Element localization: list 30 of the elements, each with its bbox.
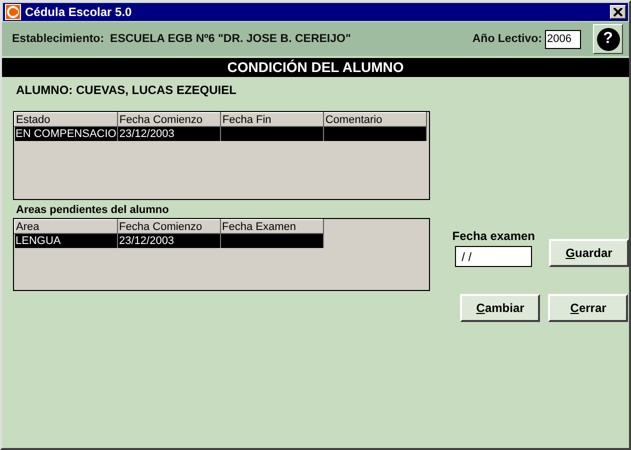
- table-cell: EN COMPENSACIO: [14, 126, 118, 141]
- table-cell: 23/12/2003: [118, 234, 220, 248]
- school-name: ESCUELA EGB Nº6 "DR. JOSE B. CEREIJO": [110, 33, 352, 45]
- student-name: ALUMNO: CUEVAS, LUCAS EZEQUIEL: [16, 82, 238, 99]
- school-label: Establecimiento:: [12, 33, 104, 45]
- column-header[interactable]: Fecha Comienzo: [118, 220, 220, 234]
- year-field[interactable]: 2006: [545, 30, 581, 48]
- field-label: Fecha examen: [452, 229, 535, 243]
- column-header[interactable]: Comentario: [324, 112, 427, 126]
- table-row[interactable]: LENGUA 23/12/2003: [14, 234, 324, 248]
- change-button[interactable]: Cambiar: [460, 294, 540, 322]
- exam-date-field[interactable]: / /: [455, 246, 532, 267]
- app-icon: [5, 4, 21, 20]
- close-form-button[interactable]: Cerrar: [548, 294, 628, 322]
- column-header[interactable]: Fecha Examen: [220, 220, 324, 234]
- grid-title: Areas pendientes del alumno: [16, 204, 170, 216]
- table-cell: 23/12/2003: [118, 126, 221, 141]
- save-button[interactable]: Guardar: [549, 239, 629, 267]
- section-banner: CONDICIÓN DEL ALUMNO: [2, 58, 629, 77]
- column-header[interactable]: Area: [14, 220, 118, 234]
- table-cell: LENGUA: [14, 234, 118, 248]
- year-label: Año Lectivo:: [472, 33, 542, 45]
- column-header[interactable]: Estado: [14, 112, 118, 126]
- table-row[interactable]: EN COMPENSACIO 23/12/2003: [14, 126, 427, 141]
- window-title: Cédula Escolar 5.0: [25, 5, 133, 19]
- column-header[interactable]: Fecha Fin: [220, 112, 324, 126]
- close-button[interactable]: [610, 5, 626, 19]
- help-button[interactable]: ?: [593, 24, 623, 54]
- close-icon: [613, 8, 623, 16]
- column-header[interactable]: Fecha Comienzo: [118, 112, 221, 126]
